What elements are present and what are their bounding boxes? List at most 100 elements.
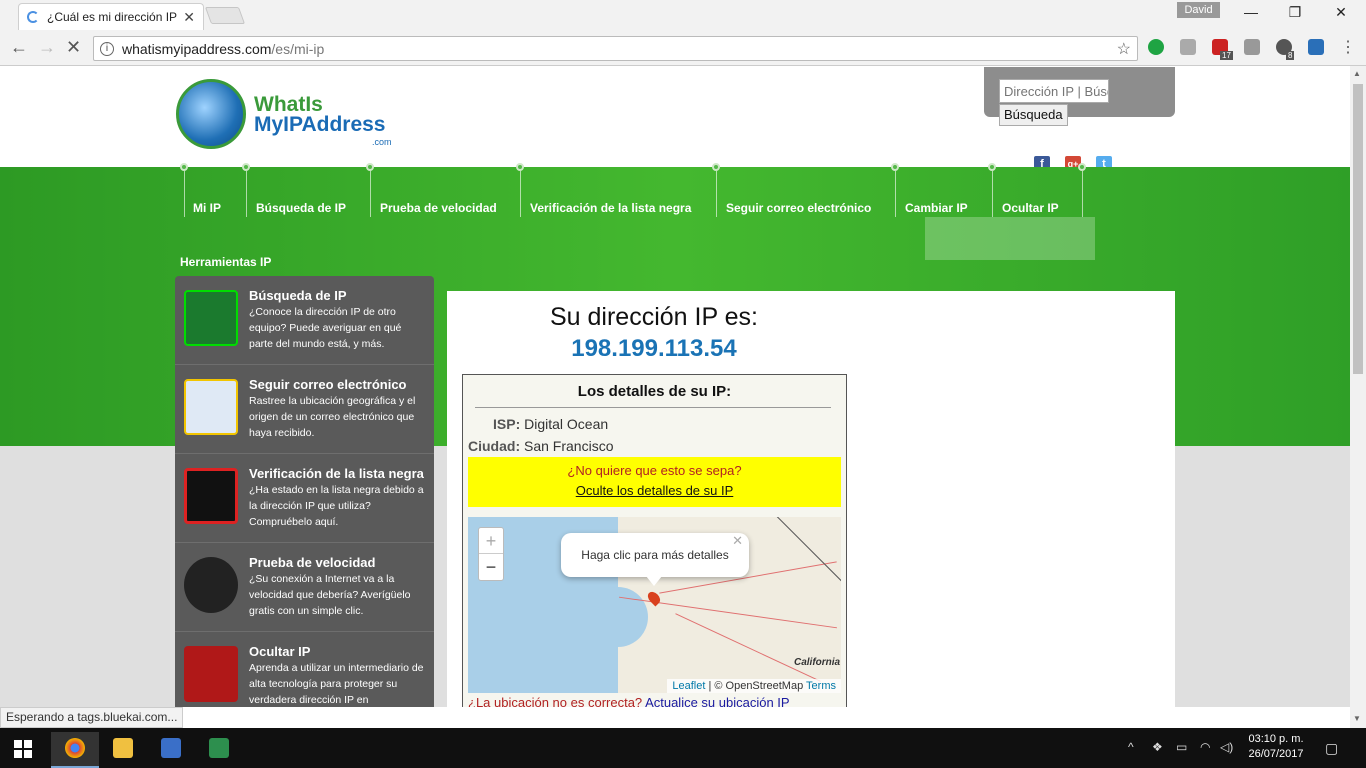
globe-icon — [176, 79, 246, 149]
sidebar-item-correo[interactable]: Seguir correo electrónico Rastree la ubi… — [175, 365, 434, 454]
eye-badge: 8 — [1286, 51, 1295, 60]
address-bar[interactable]: i whatismyipaddress.com/es/mi-ip ☆ — [93, 36, 1138, 61]
url-host: whatismyipaddress.com — [122, 40, 272, 57]
wifi-icon[interactable]: ◠ — [1200, 740, 1210, 754]
scroll-up-icon[interactable]: ▲ — [1353, 69, 1361, 78]
profile-button[interactable]: David — [1177, 2, 1220, 18]
nav-divider — [520, 171, 521, 217]
email-trace-icon — [184, 379, 238, 435]
sidebar-item-title: Búsqueda de IP — [249, 288, 347, 303]
tray-expand-icon[interactable]: ^ — [1128, 740, 1134, 754]
search-button[interactable]: Búsqueda — [999, 104, 1068, 126]
sidebar-item-lista-negra[interactable]: Verificación de la lista negra ¿Ha estad… — [175, 454, 434, 543]
sidebar-item-title: Seguir correo electrónico — [249, 377, 407, 392]
tab-close-icon[interactable]: ✕ — [183, 9, 195, 26]
tools-heading: Herramientas IP — [180, 255, 272, 269]
extension-camera-icon[interactable] — [1180, 39, 1196, 55]
extension-s-icon[interactable] — [1308, 39, 1324, 55]
sidebar-item-busqueda[interactable]: Búsqueda de IP ¿Conoce la dirección IP d… — [175, 276, 434, 365]
taskbar-clock[interactable]: 03:10 p. m. 26/07/2017 — [1240, 732, 1312, 762]
network-app-icon — [161, 738, 181, 758]
nav-item-ocultar[interactable]: Ocultar IP — [1002, 201, 1059, 215]
sidebar-item-velocidad[interactable]: Prueba de velocidad ¿Su conexión a Inter… — [175, 543, 434, 632]
sidebar-item-text: ¿Su conexión a Internet va a la velocida… — [249, 573, 411, 617]
notifications-icon[interactable]: ▢ — [1325, 740, 1338, 757]
nav-divider — [895, 171, 896, 217]
nav-dot — [891, 163, 899, 171]
chrome-icon — [65, 738, 85, 758]
sidebar-item-ocultar[interactable]: Ocultar IP Aprenda a utilizar un interme… — [175, 632, 434, 707]
url-path: /es/mi-ip — [271, 40, 325, 57]
nav-divider — [184, 171, 185, 217]
ip-address: 198.199.113.54 — [571, 335, 737, 362]
page-scrollbar[interactable]: ▲ ▼ — [1350, 66, 1366, 728]
hide-details-link[interactable]: Oculte los detalles de su IP — [576, 483, 734, 498]
speedometer-icon — [184, 557, 238, 613]
dropbox-icon[interactable]: ❖ — [1152, 740, 1163, 754]
hide-ip-icon — [184, 646, 238, 702]
back-icon[interactable]: ← — [10, 37, 28, 58]
browser-tab[interactable]: ¿Cuál es mi dirección IP? ✕ — [18, 3, 204, 30]
city-label: Ciudad: — [468, 438, 521, 454]
site-header: WhatIs MyIPAddress .com Búsqueda f g+ t — [0, 67, 1350, 172]
map-road — [775, 517, 841, 601]
sidebar-item-text: ¿Ha estado en la lista negra debido a la… — [249, 484, 424, 528]
forward-icon[interactable]: → — [38, 37, 56, 58]
details-title: Los detalles de su IP: — [577, 383, 732, 400]
taskbar-chrome[interactable] — [51, 732, 99, 768]
windows-start-icon[interactable] — [14, 740, 32, 758]
site-info-icon[interactable]: i — [100, 41, 114, 56]
restore-icon[interactable]: ❐ — [1280, 4, 1310, 21]
taskbar-explorer[interactable] — [99, 732, 147, 768]
stop-icon[interactable]: ✕ — [66, 37, 81, 58]
sidebar-item-title: Verificación de la lista negra — [249, 466, 424, 481]
folder-icon — [113, 738, 133, 758]
terms-link[interactable]: Terms — [806, 680, 836, 692]
nav-item-cambiar[interactable]: Cambiar IP — [905, 201, 968, 215]
popup-close-icon[interactable]: ✕ — [732, 519, 743, 563]
zoom-out-button[interactable]: − — [479, 554, 503, 580]
nav-item-velocidad[interactable]: Prueba de velocidad — [380, 201, 497, 215]
drive-icon[interactable] — [1244, 39, 1260, 55]
logo-text-3: .com — [372, 137, 392, 147]
battery-icon[interactable]: ▭ — [1176, 740, 1187, 754]
nav-dot — [516, 163, 524, 171]
hide-question: ¿No quiere que esto se sepa? — [567, 463, 742, 478]
bookmark-star-icon[interactable]: ☆ — [1117, 39, 1131, 59]
location-map[interactable]: + − Haga clic para más detalles ✕ Califo… — [468, 517, 841, 693]
site-logo[interactable]: WhatIs MyIPAddress .com — [176, 79, 396, 154]
sidebar-item-text: ¿Conoce la dirección IP de otro equipo? … — [249, 306, 402, 350]
wrong-location: ¿La ubicación no es correcta? Actualice … — [468, 695, 790, 707]
map-popup-text: Haga clic para más detalles — [581, 548, 729, 562]
taskbar-app[interactable] — [195, 732, 243, 768]
extension-green-icon[interactable] — [1148, 39, 1164, 55]
clock-time: 03:10 p. m. — [1248, 733, 1304, 745]
main-content: Su dirección IP es: 198.199.113.54 Los d… — [447, 291, 1175, 707]
map-road — [675, 613, 821, 682]
menu-icon[interactable]: ⋮ — [1340, 37, 1356, 57]
zoom-in-button[interactable]: + — [479, 528, 503, 554]
ip-heading: Su dirección IP es: — [550, 303, 758, 331]
nav-item-mi-ip[interactable]: Mi IP — [193, 201, 221, 215]
nav-item-lista-negra[interactable]: Verificación de la lista negra — [530, 201, 691, 215]
ip-details-box: Los detalles de su IP: ISP: Digital Ocea… — [462, 374, 847, 707]
sidebar-item-title: Ocultar IP — [249, 644, 311, 659]
leaflet-link[interactable]: Leaflet — [672, 680, 705, 692]
isp-label: ISP: — [493, 416, 521, 432]
search-input[interactable] — [999, 79, 1109, 103]
taskbar-network[interactable] — [147, 732, 195, 768]
new-tab-button[interactable] — [204, 7, 246, 24]
nav-item-busqueda[interactable]: Búsqueda de IP — [256, 201, 346, 215]
nav-dot — [180, 163, 188, 171]
minimize-icon[interactable]: — — [1236, 4, 1266, 20]
scroll-down-icon[interactable]: ▼ — [1353, 714, 1361, 723]
map-popup[interactable]: Haga clic para más detalles ✕ — [561, 533, 749, 577]
update-location-link[interactable]: Actualice su ubicación IP — [645, 695, 790, 707]
close-window-icon[interactable]: ✕ — [1326, 4, 1356, 21]
browser-chrome: ¿Cuál es mi dirección IP? ✕ David — ❐ ✕ … — [0, 0, 1366, 66]
volume-icon[interactable]: ◁) — [1220, 740, 1233, 754]
nav-divider — [1082, 171, 1083, 217]
nav-item-correo[interactable]: Seguir correo electrónico — [726, 201, 871, 215]
scrollbar-thumb[interactable] — [1353, 84, 1363, 374]
nav-dot — [712, 163, 720, 171]
